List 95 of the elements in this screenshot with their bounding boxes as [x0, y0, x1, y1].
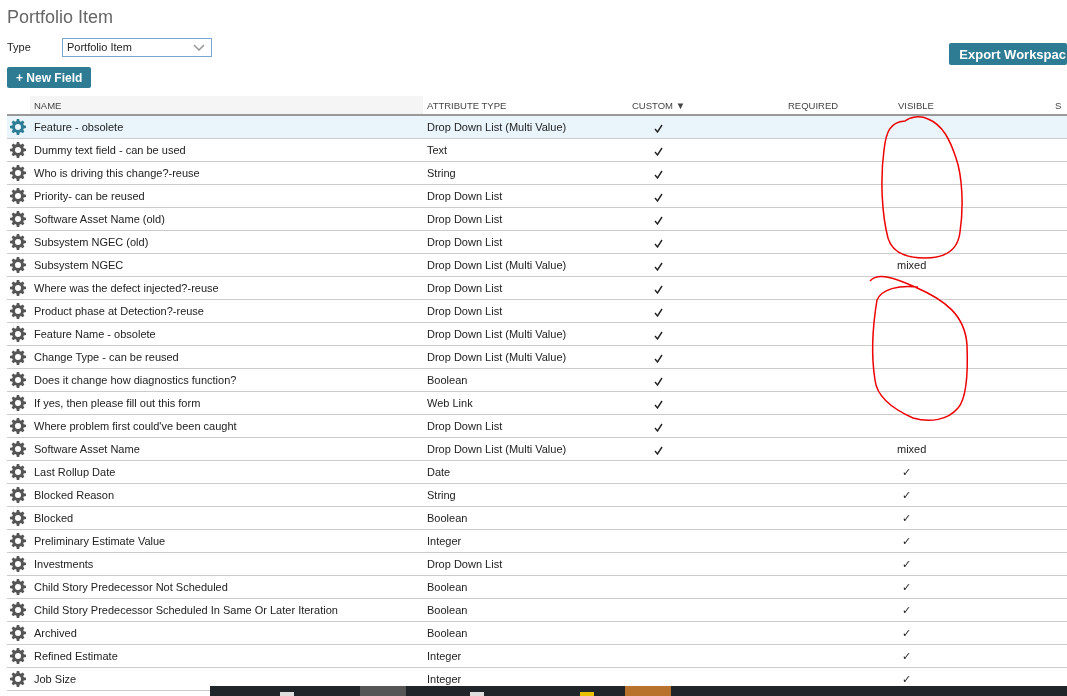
attribute-type: Integer: [427, 673, 462, 685]
field-name: Last Rollup Date: [34, 466, 116, 478]
visible-value: ✓: [902, 672, 911, 685]
field-name: Subsystem NGEC: [34, 259, 124, 271]
visible-value: ✓: [902, 465, 911, 478]
attribute-type: Drop Down List: [427, 558, 503, 570]
column-header[interactable]: ATTRIBUTE TYPE: [423, 96, 624, 115]
visible-value: ✓: [902, 511, 911, 524]
field-name: Child Story Predecessor Scheduled In Same Or Later Iteration: [34, 604, 338, 616]
attribute-type: Boolean: [427, 627, 468, 639]
settings-icon[interactable]: [10, 165, 26, 181]
field-name: Dummy text field - can be used: [34, 144, 186, 156]
settings-icon[interactable]: [10, 142, 26, 158]
attribute-type: Drop Down List (Multi Value): [427, 259, 567, 271]
settings-icon[interactable]: [10, 372, 26, 388]
visible-value: ✓: [902, 557, 911, 570]
settings-icon[interactable]: [10, 418, 26, 434]
settings-icon[interactable]: [10, 441, 26, 457]
attribute-type: Text: [427, 144, 448, 156]
field-name: Feature - obsolete: [34, 121, 124, 133]
settings-icon[interactable]: [10, 234, 26, 250]
settings-icon[interactable]: [10, 395, 26, 411]
field-name: Priority- can be reused: [34, 190, 145, 202]
settings-icon[interactable]: [10, 280, 26, 296]
attribute-type: Date: [427, 466, 451, 478]
field-name: Software Asset Name: [34, 443, 140, 455]
settings-icon[interactable]: [10, 625, 26, 641]
attribute-type: Drop Down List: [427, 236, 503, 248]
attribute-type: Drop Down List (Multi Value): [427, 443, 567, 455]
settings-icon[interactable]: [10, 464, 26, 480]
settings-icon[interactable]: [10, 671, 26, 687]
field-name: Change Type - can be reused: [34, 351, 179, 363]
visible-value: ✓: [902, 534, 911, 547]
field-name: If yes, then please fill out this form: [34, 397, 201, 409]
column-header[interactable]: NAME: [30, 96, 423, 115]
attribute-type: String: [427, 489, 456, 501]
field-name: Refined Estimate: [34, 650, 118, 662]
attribute-type: Boolean: [427, 581, 468, 593]
field-name: Job Size: [34, 673, 77, 685]
field-name: Blocked Reason: [34, 489, 115, 501]
settings-icon[interactable]: [10, 556, 26, 572]
type-label: Type: [7, 41, 32, 53]
field-name: Investments: [34, 558, 94, 570]
field-name: Blocked: [34, 512, 74, 524]
attribute-type: Drop Down List: [427, 190, 503, 202]
attribute-type: Boolean: [427, 604, 468, 616]
attribute-type: Drop Down List: [427, 213, 503, 225]
attribute-type: String: [427, 167, 456, 179]
settings-icon[interactable]: [10, 188, 26, 204]
settings-icon[interactable]: [10, 533, 26, 549]
visible-value: ✓: [902, 580, 911, 593]
attribute-type: Integer: [427, 650, 462, 662]
field-name: Preliminary Estimate Value: [34, 535, 166, 547]
new-field-button[interactable]: + New Field: [7, 67, 92, 88]
field-name: Does it change how diagnostics function?: [34, 374, 237, 386]
attribute-type: Drop Down List: [427, 420, 503, 432]
attribute-type: Boolean: [427, 374, 468, 386]
type-dropdown[interactable]: Portfolio Item: [62, 37, 212, 57]
attribute-type: Drop Down List: [427, 282, 503, 294]
settings-icon[interactable]: [10, 211, 26, 227]
settings-icon[interactable]: [10, 349, 26, 365]
settings-icon[interactable]: [10, 487, 26, 503]
visible-value: ✓: [902, 649, 911, 662]
field-name: Where problem first could've been caught: [34, 420, 237, 432]
attribute-type: Boolean: [427, 512, 468, 524]
visible-value: ✓: [902, 603, 911, 616]
page-title: Portfolio Item: [6, 6, 115, 29]
visible-value: mixed: [897, 259, 927, 271]
field-name: Who is driving this change?-reuse: [34, 167, 200, 179]
settings-icon[interactable]: [10, 303, 26, 319]
chevron-icon: [193, 43, 205, 51]
attribute-type: Drop Down List (Multi Value): [427, 121, 567, 133]
visible-value: ✓: [902, 626, 911, 639]
attribute-type: Web Link: [427, 397, 473, 409]
field-name: Where was the defect injected?-reuse: [34, 282, 219, 294]
field-name: Feature Name - obsolete: [34, 328, 156, 340]
settings-icon[interactable]: [10, 119, 26, 135]
settings-icon[interactable]: [10, 257, 26, 273]
attribute-type: Drop Down List: [427, 305, 503, 317]
attribute-type: Drop Down List (Multi Value): [427, 351, 567, 363]
settings-icon[interactable]: [10, 579, 26, 595]
field-name: Subsystem NGEC (old): [34, 236, 149, 248]
field-name: Product phase at Detection?-reuse: [34, 305, 204, 317]
attribute-type: Drop Down List (Multi Value): [427, 328, 567, 340]
settings-icon[interactable]: [10, 602, 26, 618]
visible-value: mixed: [897, 443, 927, 455]
field-name: Archived: [34, 627, 77, 639]
export-workspace-button[interactable]: Export Workspac: [949, 43, 1067, 65]
visible-value: ✓: [902, 488, 911, 501]
field-name: Child Story Predecessor Not Scheduled: [34, 581, 228, 593]
field-name: Software Asset Name (old): [34, 213, 165, 225]
attribute-type: Integer: [427, 535, 462, 547]
settings-icon[interactable]: [10, 648, 26, 664]
settings-icon[interactable]: [10, 326, 26, 342]
settings-icon[interactable]: [10, 510, 26, 526]
